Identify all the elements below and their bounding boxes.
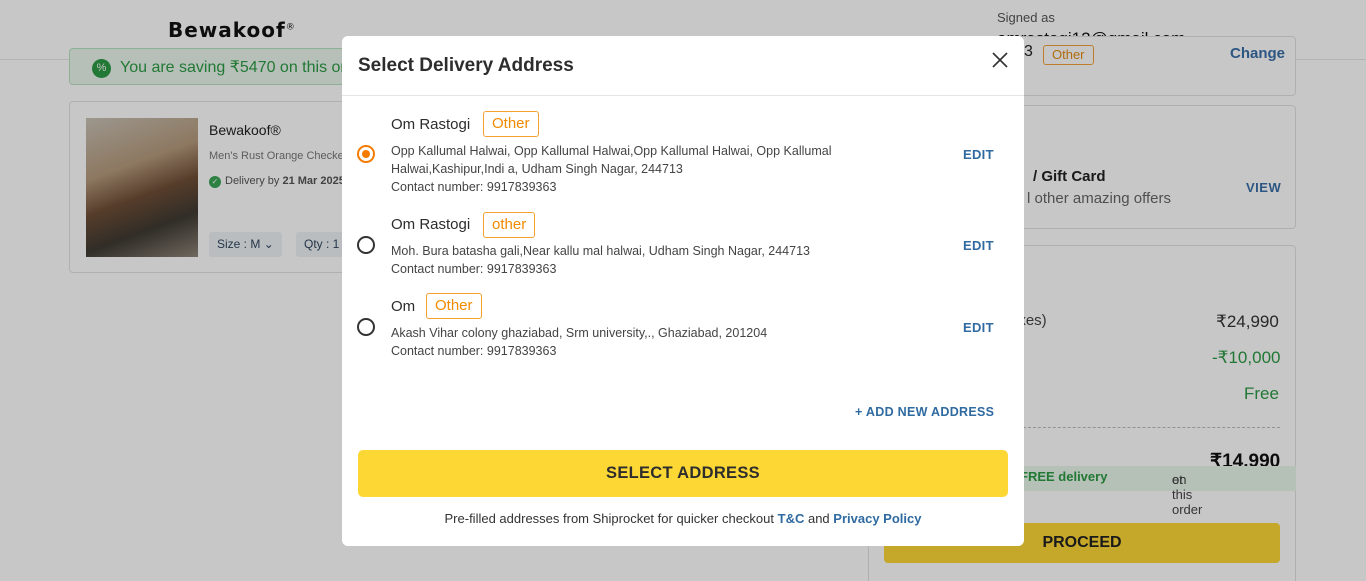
address-tag: other xyxy=(483,212,536,238)
address-radio-selected[interactable] xyxy=(357,145,375,163)
address-name: Om Rastogi xyxy=(391,116,471,133)
address-contact: Contact number: 9917839363 xyxy=(391,344,557,358)
modal-divider xyxy=(342,95,1024,96)
privacy-policy-link[interactable]: Privacy Policy xyxy=(833,511,921,526)
modal-title: Select Delivery Address xyxy=(358,55,574,76)
address-line: Halwai,Kashipur,Indi a, Udham Singh Naga… xyxy=(391,162,683,176)
shiprocket-note: Pre-filled addresses from Shiprocket for… xyxy=(444,511,922,526)
address-name: Om Rastogi xyxy=(391,216,471,233)
address-line: Moh. Bura batasha gali,Near kallu mal ha… xyxy=(391,244,810,258)
terms-link[interactable]: T&C xyxy=(778,511,805,526)
address-name: Om xyxy=(391,298,416,315)
address-radio[interactable] xyxy=(357,236,375,254)
edit-address-button[interactable]: EDIT xyxy=(963,320,994,335)
address-line: Opp Kallumal Halwai, Opp Kallumal Halwai… xyxy=(391,144,832,158)
close-icon[interactable] xyxy=(990,50,1010,70)
select-address-modal: Select Delivery Address Om Rastogi Other… xyxy=(342,36,1024,546)
address-tag: Other xyxy=(426,293,482,319)
address-radio[interactable] xyxy=(357,318,375,336)
address-contact: Contact number: 9917839363 xyxy=(391,262,557,276)
add-new-address-link[interactable]: + ADD NEW ADDRESS xyxy=(855,405,994,419)
address-tag: Other xyxy=(483,111,539,137)
address-line: Akash Vihar colony ghaziabad, Srm univer… xyxy=(391,326,768,340)
address-contact: Contact number: 9917839363 xyxy=(391,180,557,194)
select-address-button[interactable]: SELECT ADDRESS xyxy=(358,450,1008,497)
edit-address-button[interactable]: EDIT xyxy=(963,238,994,253)
edit-address-button[interactable]: EDIT xyxy=(963,147,994,162)
